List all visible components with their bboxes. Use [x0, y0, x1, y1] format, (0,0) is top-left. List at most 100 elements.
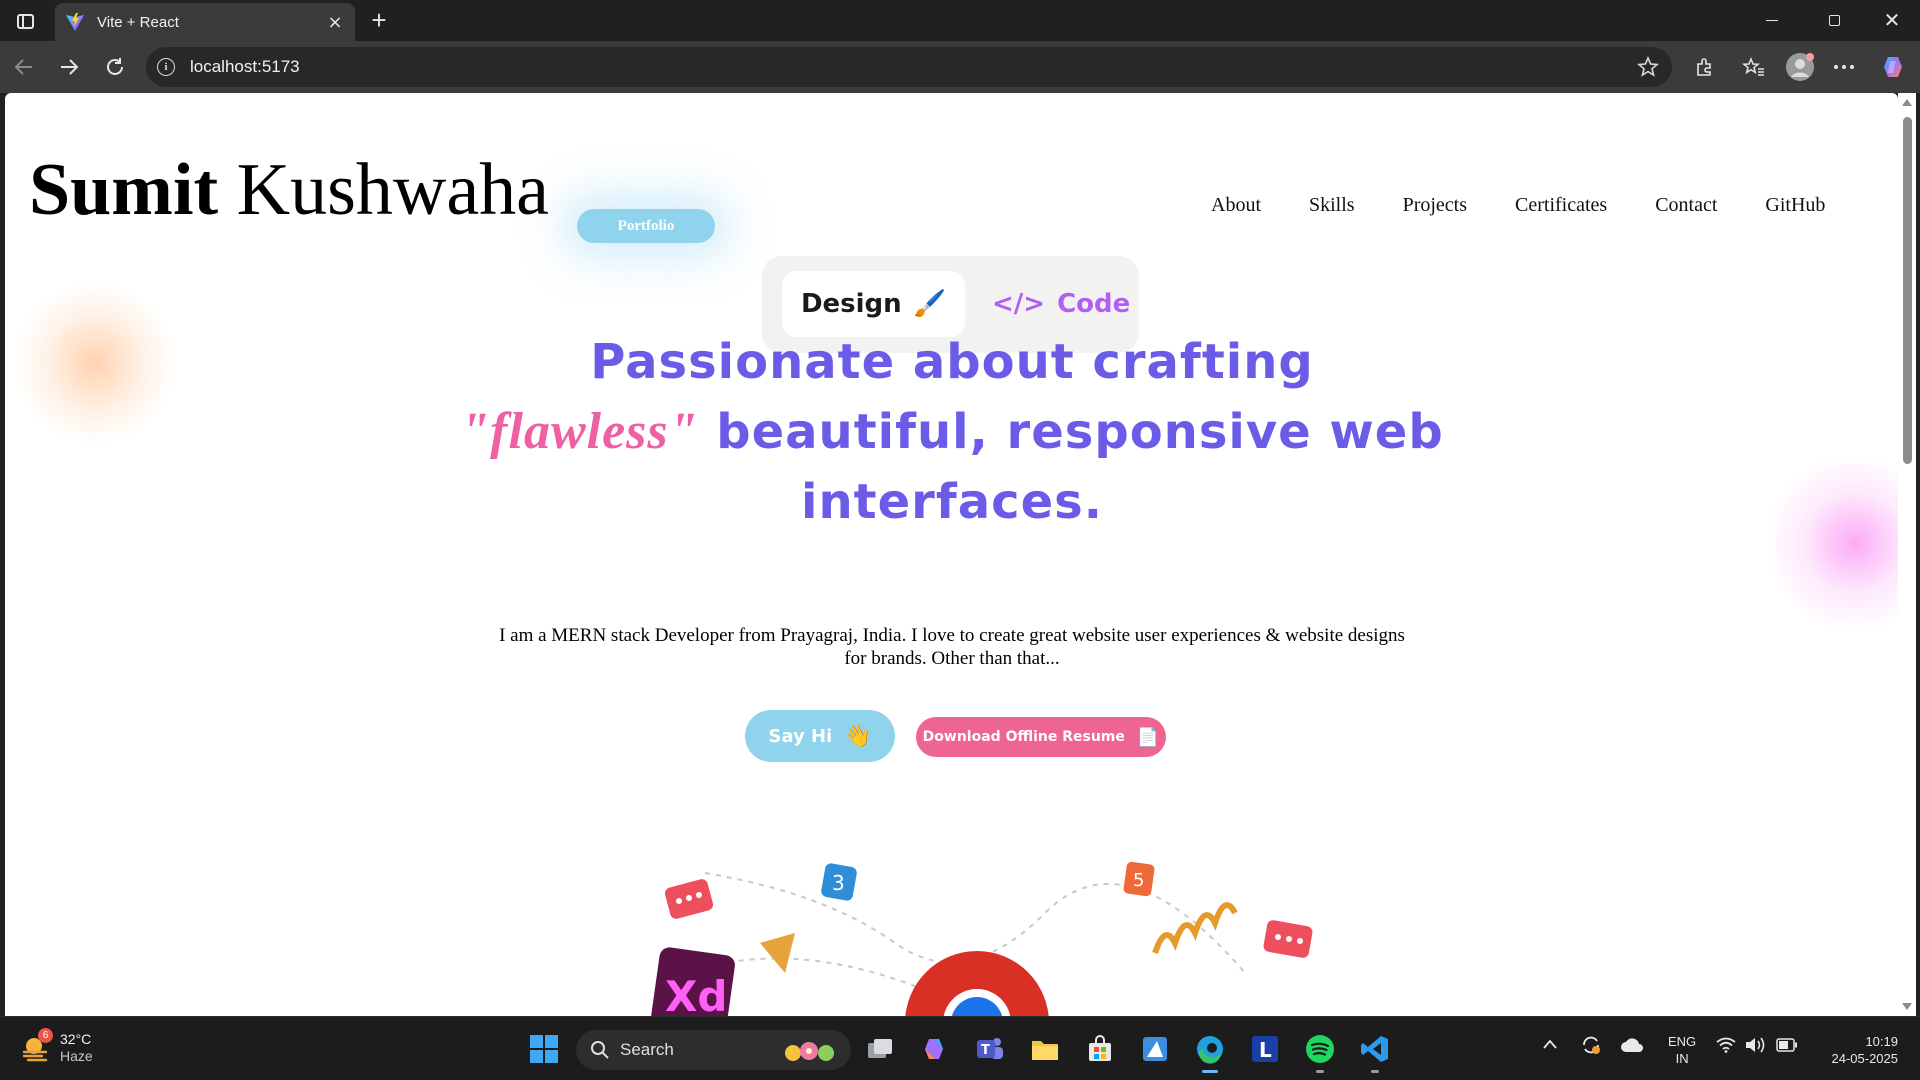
- download-resume-label: Download Offline Resume: [922, 729, 1125, 745]
- headline-line3: interfaces.: [801, 474, 1103, 530]
- chat-bubble-icon-2: [1263, 920, 1313, 958]
- page-scrollbar[interactable]: [1898, 93, 1916, 1016]
- active-app-indicator: [1202, 1070, 1218, 1073]
- waving-hand-icon: 👋: [844, 723, 872, 749]
- hero-tech-illustration: 3 Xd 5: [651, 861, 1313, 1016]
- clock-date: 24-05-2025: [1831, 1051, 1899, 1066]
- taskbar-search-box[interactable]: Search: [576, 1030, 851, 1070]
- onedrive-cloud-icon[interactable]: [1620, 1037, 1644, 1058]
- reload-icon[interactable]: [99, 51, 131, 83]
- download-resume-button[interactable]: Download Offline Resume 📄: [916, 717, 1166, 757]
- decorative-orange-glow: [15, 283, 175, 443]
- html5-icon: 5: [1123, 861, 1155, 897]
- volume-icon[interactable]: [1744, 1036, 1766, 1059]
- battery-icon[interactable]: [1776, 1038, 1798, 1057]
- profile-avatar-icon[interactable]: [1784, 51, 1816, 83]
- hero-intro-text: I am a MERN stack Developer from Prayagr…: [499, 625, 1405, 669]
- scroll-down-arrow-icon[interactable]: [1902, 1003, 1912, 1010]
- svg-text:5: 5: [1133, 870, 1144, 891]
- extensions-icon[interactable]: [1688, 51, 1720, 83]
- windows-taskbar: 6 32°C Haze Search T L ENG IN 10:19 24-0…: [0, 1016, 1920, 1080]
- code-label: Code: [1057, 289, 1131, 319]
- weather-temperature: 32°C: [60, 1031, 92, 1047]
- forward-icon[interactable]: [53, 51, 85, 83]
- site-info-icon[interactable]: i: [157, 58, 175, 76]
- copilot-icon[interactable]: [1878, 51, 1910, 83]
- main-nav: About Skills Projects Certificates Conta…: [1211, 194, 1825, 217]
- nav-contact[interactable]: Contact: [1655, 194, 1717, 217]
- favorite-star-icon[interactable]: [1636, 55, 1660, 79]
- nav-github[interactable]: GitHub: [1765, 194, 1825, 217]
- weather-haze-icon: 6: [20, 1027, 53, 1064]
- nav-certificates[interactable]: Certificates: [1515, 194, 1607, 217]
- code-brackets-icon: </>: [992, 289, 1046, 319]
- logo-first-name: Sumit: [29, 149, 219, 231]
- search-icon: [591, 1041, 609, 1059]
- logo-last-name: Kushwaha: [236, 149, 550, 231]
- edge-browser-icon[interactable]: [1192, 1031, 1228, 1073]
- svg-text:Xd: Xd: [665, 972, 727, 1016]
- svg-text:T: T: [981, 1043, 990, 1058]
- system-clock[interactable]: 10:19 24-05-2025: [1818, 1033, 1899, 1067]
- language-indicator[interactable]: ENG IN: [1668, 1033, 1696, 1067]
- back-icon[interactable]: [8, 51, 40, 83]
- svg-text:3: 3: [832, 871, 845, 895]
- portfolio-badge: Portfolio: [577, 209, 715, 243]
- say-hi-label: Say Hi: [768, 725, 833, 747]
- sidebar-toggle-icon[interactable]: [10, 8, 40, 34]
- design-label: Design: [800, 289, 902, 319]
- more-options-icon[interactable]: [1828, 51, 1860, 83]
- weather-condition: Haze: [60, 1048, 93, 1064]
- document-icon: 📄: [1136, 726, 1160, 748]
- site-logo[interactable]: Sumit Kushwaha: [29, 153, 549, 227]
- chrome-icon: [905, 951, 1049, 1016]
- url-text: localhost:5173: [190, 57, 300, 76]
- maximize-button[interactable]: [1806, 0, 1862, 41]
- scroll-thumb[interactable]: [1903, 117, 1912, 464]
- azure-data-studio-icon[interactable]: [1137, 1031, 1173, 1067]
- running-app-indicator: [1316, 1070, 1324, 1073]
- close-window-button[interactable]: ✕: [1864, 0, 1920, 41]
- teams-icon[interactable]: T: [972, 1031, 1008, 1067]
- vite-icon: [66, 13, 84, 31]
- new-tab-button[interactable]: +: [364, 6, 394, 36]
- scroll-up-arrow-icon[interactable]: [1902, 99, 1912, 106]
- say-hi-button[interactable]: Say Hi 👋: [745, 710, 895, 762]
- nav-about[interactable]: About: [1211, 194, 1261, 217]
- paintbrush-icon: 🖌️: [913, 289, 947, 319]
- address-bar[interactable]: i localhost:5173: [146, 47, 1672, 87]
- tab-title: Vite + React: [97, 13, 179, 31]
- hero-headline: Passionate about crafting "flawless" bea…: [425, 327, 1479, 537]
- cone-icon: [760, 933, 795, 973]
- page-viewport: Sumit Kushwaha Portfolio About Skills Pr…: [5, 93, 1898, 1016]
- minimize-button[interactable]: [1744, 0, 1800, 41]
- favorites-icon[interactable]: [1738, 51, 1770, 83]
- region-code: IN: [1675, 1051, 1689, 1066]
- file-explorer-icon[interactable]: [1027, 1031, 1063, 1067]
- spotify-icon[interactable]: [1302, 1031, 1338, 1073]
- weather-alert-badge: 6: [38, 1027, 53, 1043]
- task-view-icon[interactable]: [862, 1031, 898, 1067]
- nav-projects[interactable]: Projects: [1403, 194, 1467, 217]
- decorative-pink-glow: [1765, 453, 1898, 633]
- l-app-icon[interactable]: L: [1247, 1031, 1283, 1067]
- svg-text:L: L: [1259, 1038, 1272, 1062]
- chat-bubble-icon: [664, 879, 714, 919]
- windows-start-icon[interactable]: [526, 1031, 562, 1067]
- nav-skills[interactable]: Skills: [1309, 194, 1355, 217]
- tab-close-icon[interactable]: ×: [321, 12, 349, 33]
- show-hidden-icons-chevron-icon[interactable]: [1542, 1037, 1558, 1055]
- browser-tab-bar: Vite + React × + ✕: [0, 0, 1920, 41]
- sync-icon[interactable]: [1580, 1034, 1602, 1061]
- spring-icon: [1152, 902, 1238, 954]
- wifi-icon[interactable]: [1716, 1037, 1736, 1058]
- headline-flawless: "flawless": [460, 403, 699, 460]
- vscode-icon[interactable]: [1357, 1031, 1393, 1073]
- headline-line2: beautiful, responsive web: [716, 404, 1444, 460]
- microsoft-store-icon[interactable]: [1082, 1031, 1118, 1067]
- weather-widget[interactable]: 6 32°C Haze: [20, 1027, 93, 1064]
- browser-toolbar: i localhost:5173: [0, 41, 1920, 93]
- running-app-indicator-2: [1371, 1070, 1379, 1073]
- copilot-app-icon[interactable]: [917, 1031, 953, 1067]
- browser-tab[interactable]: Vite + React ×: [55, 3, 355, 41]
